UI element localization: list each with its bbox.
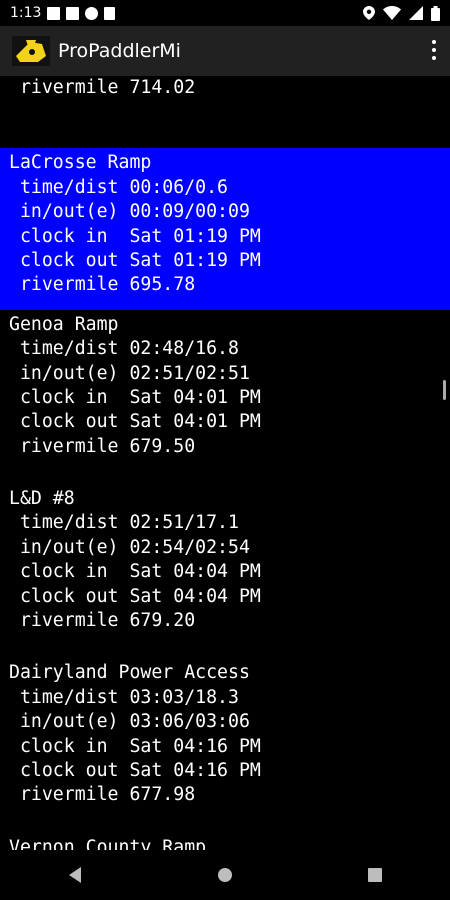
- scrollbar[interactable]: [443, 380, 446, 400]
- entry-time-dist: time/dist 02:48/16.8: [9, 338, 239, 360]
- signal-icon: [409, 6, 423, 20]
- wifi-icon: [383, 6, 401, 20]
- app-bar: ProPaddlerMi: [0, 26, 450, 76]
- notification-icon: [47, 6, 61, 20]
- recents-button[interactable]: [345, 855, 405, 895]
- list-item-genoa-ramp[interactable]: Genoa Ramp time/dist 02:48/16.8 in/out(e…: [0, 310, 450, 484]
- entry-time-dist: time/dist 03:03/18.3: [9, 686, 239, 708]
- route-list[interactable]: rivermile 714.02 LaCrosse Ramp time/dist…: [0, 76, 450, 850]
- entry-in-out: in/out(e) 00:09/00:09: [9, 201, 250, 223]
- entry-clock-out: clock out Sat 04:01 PM: [9, 411, 261, 433]
- notification-icon: [66, 6, 80, 20]
- app-title: ProPaddlerMi: [58, 40, 181, 62]
- entry-clock-out: clock out Sat 01:19 PM: [9, 249, 261, 271]
- entry-rivermile: rivermile 679.50: [9, 435, 196, 457]
- entry-name: Genoa Ramp: [9, 313, 119, 335]
- recents-square-icon: [368, 868, 382, 882]
- list-item-lacrosse-ramp[interactable]: LaCrosse Ramp time/dist 00:06/0.6 in/out…: [0, 148, 450, 310]
- entry-rivermile: rivermile 695.78: [9, 274, 196, 296]
- entry-in-out: in/out(e) 03:06/03:06: [9, 711, 250, 733]
- entry-rivermile: rivermile 679.20: [9, 610, 196, 632]
- entry-name: Vernon County Ramp: [9, 836, 207, 850]
- entry-name: Dairyland Power Access: [9, 662, 250, 684]
- home-button[interactable]: [195, 855, 255, 895]
- battery-icon: [431, 5, 440, 21]
- back-button[interactable]: [45, 855, 105, 895]
- list-item-ld-8[interactable]: L&D #8 time/dist 02:51/17.1 in/out(e) 02…: [0, 484, 450, 658]
- entry-name: L&D #8: [9, 488, 75, 510]
- list-item-vernon-county-ramp[interactable]: Vernon County Ramp: [0, 833, 450, 850]
- entry-in-out: in/out(e) 02:54/02:54: [9, 536, 250, 558]
- entry-time-dist: time/dist 00:06/0.6: [9, 176, 228, 198]
- entry-clock-in: clock in Sat 04:01 PM: [9, 386, 261, 408]
- sync-icon: [85, 6, 99, 20]
- list-item-dairyland-power-access[interactable]: Dairyland Power Access time/dist 03:03/1…: [0, 658, 450, 832]
- location-icon: [363, 6, 375, 20]
- overflow-menu-icon[interactable]: [432, 40, 436, 60]
- back-triangle-icon: [69, 867, 81, 883]
- home-circle-icon: [218, 868, 232, 882]
- entry-clock-in: clock in Sat 04:04 PM: [9, 561, 261, 583]
- entry-clock-in: clock in Sat 04:16 PM: [9, 735, 261, 757]
- entry-rivermile: rivermile 677.98: [9, 784, 196, 806]
- entry-time-dist: time/dist 02:51/17.1: [9, 512, 239, 534]
- entry-clock-out: clock out Sat 04:04 PM: [9, 585, 261, 607]
- entry-name: LaCrosse Ramp: [9, 152, 152, 174]
- entry-clock-out: clock out Sat 04:16 PM: [9, 759, 261, 781]
- entry-clock-in: clock in Sat 01:19 PM: [9, 225, 261, 247]
- status-time: 1:13: [10, 5, 42, 21]
- app-logo-icon: [12, 36, 50, 66]
- sd-card-icon: [104, 6, 116, 20]
- status-bar: 1:13: [0, 0, 450, 26]
- previous-rivermile: rivermile 714.02: [9, 77, 196, 98]
- navigation-bar: [0, 850, 450, 900]
- entry-in-out: in/out(e) 02:51/02:51: [9, 362, 250, 384]
